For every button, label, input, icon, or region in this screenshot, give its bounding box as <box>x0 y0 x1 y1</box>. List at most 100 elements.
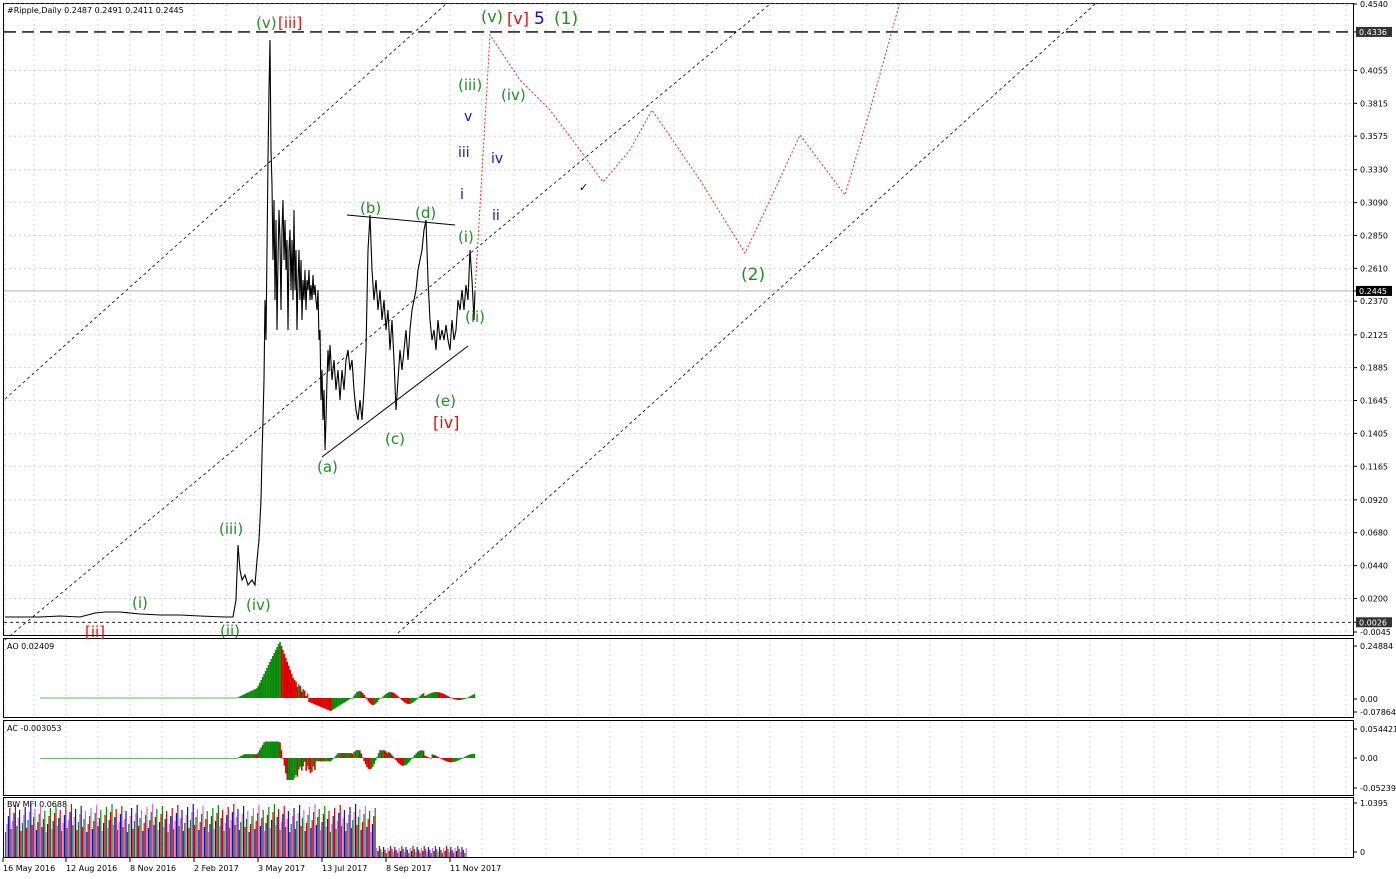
mfi-bar <box>411 851 413 857</box>
mfi-bar <box>283 806 285 857</box>
histogram-bar <box>438 692 441 698</box>
histogram-bar <box>61 697 64 699</box>
histogram-bar <box>261 744 264 758</box>
histogram-bar <box>99 758 102 759</box>
histogram-bar <box>113 758 116 759</box>
histogram-bar <box>261 677 264 698</box>
mfi-bar <box>276 817 278 857</box>
wave-label: (iii) <box>219 520 243 538</box>
mfi-bar <box>117 830 119 857</box>
mfi-bar <box>128 824 130 857</box>
histogram-bar <box>335 698 338 708</box>
mfi-bar <box>220 818 222 857</box>
histogram-bar <box>100 758 103 759</box>
mfi-bar <box>138 826 140 857</box>
histogram-bar <box>215 697 218 699</box>
histogram-bar <box>244 754 247 758</box>
mfi-bar <box>96 805 98 857</box>
mfi-bar <box>331 824 333 857</box>
histogram-bar <box>292 678 294 698</box>
histogram-bar <box>140 758 142 759</box>
histogram-bar <box>199 758 202 759</box>
histogram-bar <box>179 697 181 699</box>
wave-label: i <box>460 187 464 203</box>
histogram-bar <box>345 698 348 702</box>
histogram-bar <box>364 697 367 698</box>
mfi-bar <box>105 807 107 857</box>
histogram-bar <box>272 656 274 698</box>
mfi-bar <box>244 827 246 857</box>
histogram-bar <box>318 758 320 762</box>
histogram-bar <box>80 697 83 699</box>
histogram-bar <box>424 755 426 758</box>
histogram-bar <box>385 693 387 698</box>
histogram-bar <box>157 758 160 759</box>
date-label: 8 Sep 2017 <box>386 864 432 873</box>
histogram-bar <box>166 697 168 699</box>
histogram-bar <box>193 758 196 759</box>
histogram-bar <box>437 756 439 758</box>
histogram-bar <box>331 758 334 760</box>
histogram-bar <box>463 698 465 700</box>
mfi-bar <box>72 825 74 857</box>
mfi-bar <box>392 852 394 857</box>
mfi-bar <box>185 815 187 857</box>
histogram-bar <box>50 697 52 699</box>
mfi-bar <box>125 811 127 857</box>
mfi-bar <box>419 853 421 857</box>
wave-label: (c) <box>385 430 405 448</box>
histogram-bar <box>203 697 206 699</box>
mfi-bar <box>115 809 117 857</box>
histogram-bar <box>50 758 52 759</box>
histogram-bar <box>260 747 262 758</box>
histogram-bar <box>285 758 287 774</box>
histogram-bar <box>401 758 403 766</box>
histogram-bar <box>237 697 239 698</box>
mfi-bar <box>41 827 43 857</box>
histogram-bar <box>96 697 99 699</box>
histogram-bar <box>299 686 302 698</box>
mfi-bar <box>363 814 365 857</box>
histogram-bar <box>208 697 210 699</box>
mfi-bar <box>436 849 438 857</box>
mfi-bar <box>334 808 336 857</box>
histogram-bar <box>80 758 83 759</box>
histogram-bar <box>245 754 248 758</box>
histogram-bar <box>100 697 103 699</box>
histogram-bar <box>47 697 49 699</box>
histogram-bar <box>453 758 455 762</box>
histogram-bar <box>460 758 463 759</box>
histogram-bar <box>250 754 252 758</box>
histogram-bar <box>112 758 115 759</box>
histogram-bar <box>444 694 447 698</box>
mfi-bar <box>401 846 403 857</box>
mfi-bar <box>19 810 21 857</box>
histogram-bar <box>467 755 470 758</box>
histogram-bar <box>135 758 138 759</box>
histogram-bar <box>196 697 199 699</box>
histogram-bar <box>235 758 238 759</box>
histogram-bar <box>225 697 228 699</box>
histogram-bar <box>135 697 138 699</box>
histogram-bar <box>322 758 325 762</box>
mfi-histogram <box>5 804 467 857</box>
mfi-bar <box>394 847 396 857</box>
histogram-bar <box>370 698 373 705</box>
price-label: 0.0440 <box>1360 562 1388 571</box>
mfi-bar <box>118 822 120 857</box>
ac-header: AC -0.003053 <box>7 724 62 733</box>
mfi-bar <box>367 819 369 857</box>
mfi-bar <box>415 852 417 857</box>
histogram-bar <box>134 697 136 699</box>
histogram-bar <box>276 741 278 758</box>
histogram-bar <box>232 697 235 699</box>
wave-label: (ii) <box>220 622 240 640</box>
mfi-bar <box>250 824 252 857</box>
histogram-bar <box>257 686 260 698</box>
histogram-bar <box>390 692 393 698</box>
histogram-bar <box>282 650 284 698</box>
mfi-bar <box>399 851 401 857</box>
mfi-bar <box>308 807 310 857</box>
histogram-bar <box>219 758 222 759</box>
histogram-bar <box>438 757 441 759</box>
